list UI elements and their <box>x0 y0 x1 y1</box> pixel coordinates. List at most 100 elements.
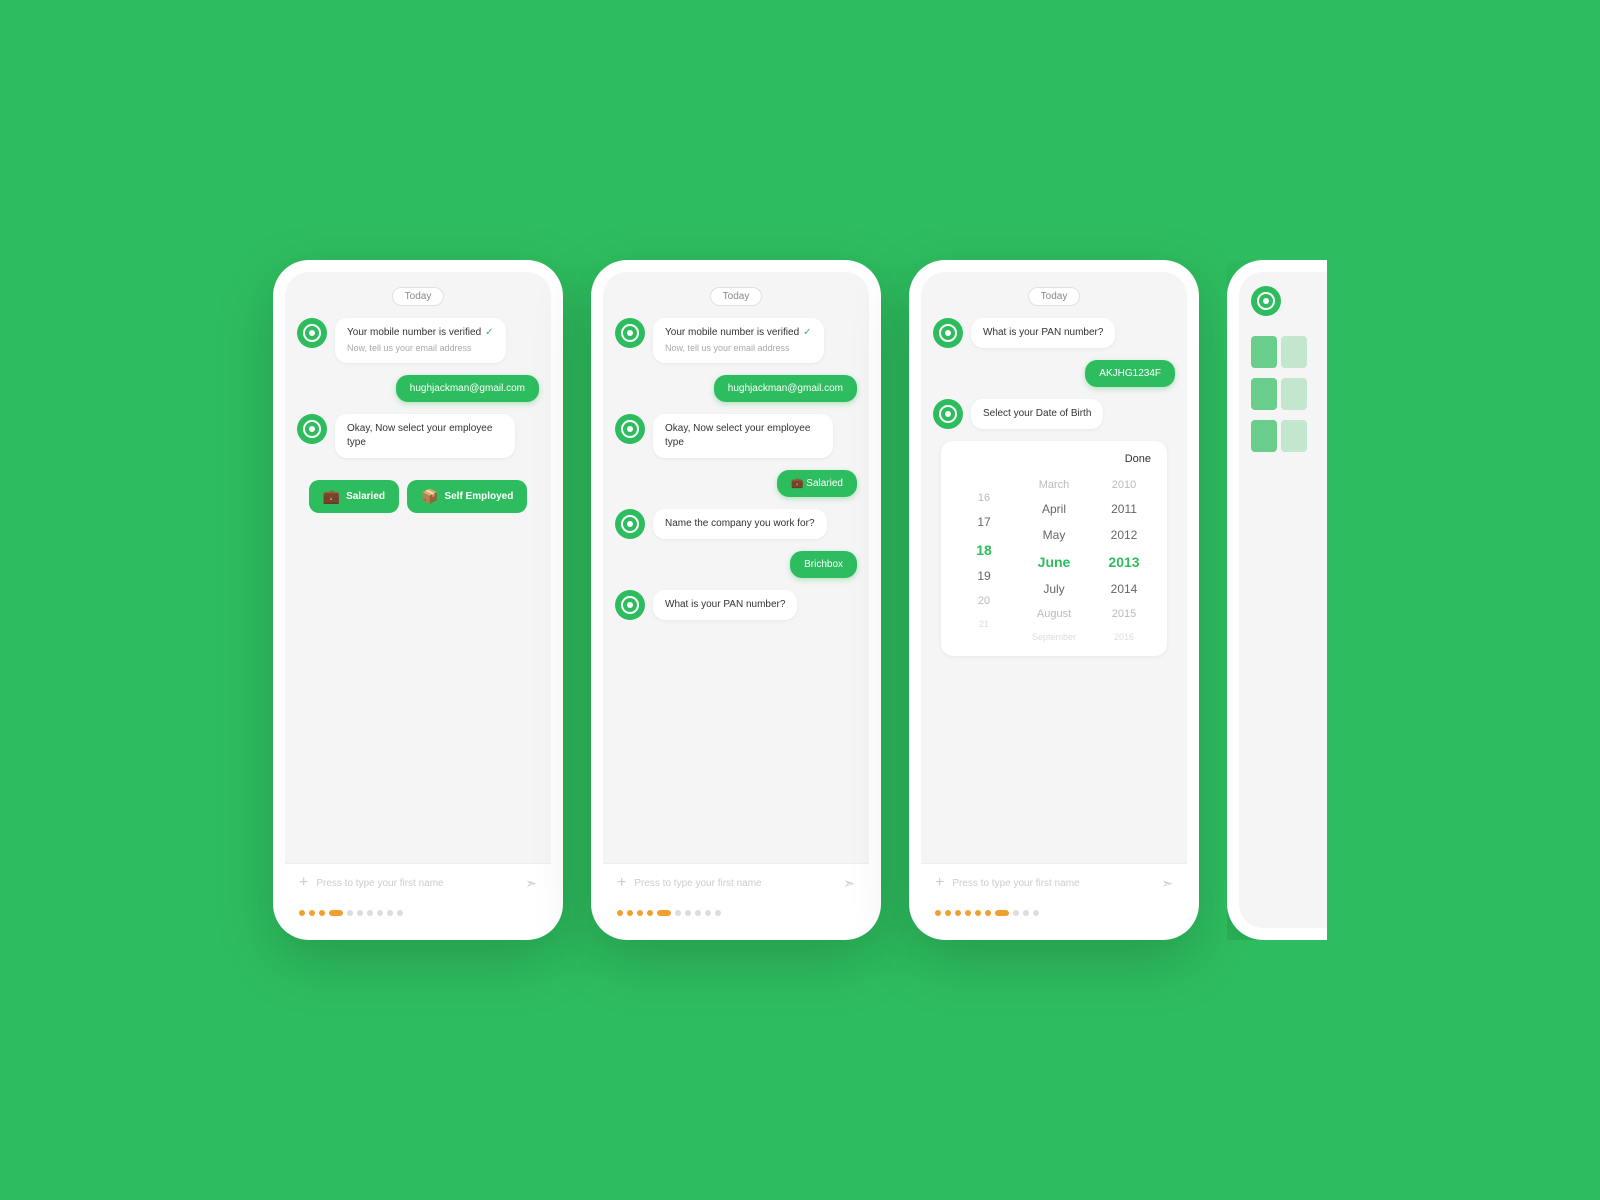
dot <box>357 910 363 916</box>
month-item[interactable]: August <box>1019 602 1089 626</box>
day-item[interactable]: 19 <box>949 564 1019 590</box>
progress-area-3 <box>921 902 1187 928</box>
year-item-selected[interactable]: 2013 <box>1089 548 1159 576</box>
day-item-selected[interactable]: 18 <box>949 536 1019 564</box>
bubble-p2-1: Your mobile number is verified ✓ Now, te… <box>653 318 824 363</box>
today-badge-2: Today <box>615 286 857 304</box>
today-badge-1: Today <box>297 286 539 304</box>
dot <box>985 910 991 916</box>
bot-avatar-p2-3 <box>615 509 645 539</box>
date-picker[interactable]: Done 16 17 18 19 20 21 <box>941 441 1167 656</box>
dot <box>617 910 623 916</box>
dot <box>377 910 383 916</box>
verified-check-icon-2: ✓ <box>803 326 811 340</box>
dot <box>935 910 941 916</box>
dot <box>965 910 971 916</box>
bot-avatar-p3-2 <box>933 399 963 429</box>
bot-avatar-p2-1 <box>615 318 645 348</box>
phones-container: Today Your mobile number is verified ✓ <box>233 200 1367 1000</box>
month-item[interactable]: April <box>1019 497 1089 523</box>
dot-active <box>995 910 1009 916</box>
self-employed-button[interactable]: 📦 Self Employed <box>407 480 527 513</box>
dot <box>1013 910 1019 916</box>
letter-block <box>1281 420 1307 452</box>
today-badge-3: Today <box>933 286 1175 304</box>
bubble-p2-3: Name the company you work for? <box>653 509 827 539</box>
phone-1: Today Your mobile number is verified ✓ <box>273 260 563 940</box>
input-bar-2: + Press to type your first name ➣ <box>603 863 869 902</box>
picker-columns: 16 17 18 19 20 21 March April <box>941 473 1167 648</box>
day-item[interactable]: 20 <box>949 589 1019 613</box>
plus-icon-2: + <box>617 874 626 892</box>
chat-area-2: Today Your mobile number is verified ✓ N… <box>603 272 869 863</box>
day-column[interactable]: 16 17 18 19 20 21 <box>949 486 1019 636</box>
year-item[interactable]: 2014 <box>1089 577 1159 603</box>
send-icon-2[interactable]: ➣ <box>843 875 855 892</box>
bot-msg-p2-3: Name the company you work for? <box>615 509 857 539</box>
bot-avatar-p2-2 <box>615 414 645 444</box>
big-letters-display <box>1251 336 1315 452</box>
year-item[interactable]: 2016 <box>1089 627 1159 649</box>
bot-avatar <box>297 318 327 348</box>
dot <box>387 910 393 916</box>
message-bubble: Your mobile number is verified ✓ Now, te… <box>335 318 506 363</box>
chat-area-1: Today Your mobile number is verified ✓ <box>285 272 551 863</box>
day-item[interactable]: 17 <box>949 510 1019 536</box>
salaried-icon: 💼 <box>323 488 340 505</box>
bubble-p2-2: Okay, Now select your employee type <box>653 414 833 458</box>
bubble-p3-1: What is your PAN number? <box>971 318 1115 348</box>
bubble-p2-4: What is your PAN number? <box>653 590 797 620</box>
month-item-selected[interactable]: June <box>1019 548 1089 576</box>
dot <box>309 910 315 916</box>
dot <box>955 910 961 916</box>
dot <box>647 910 653 916</box>
salaried-icon-selected: 💼 <box>791 478 806 489</box>
progress-area-1 <box>285 902 551 928</box>
dot <box>347 910 353 916</box>
year-item[interactable]: 2012 <box>1089 523 1159 549</box>
dot <box>675 910 681 916</box>
dot <box>685 910 691 916</box>
letter-block <box>1281 378 1307 410</box>
year-item[interactable]: 2015 <box>1089 602 1159 626</box>
month-item[interactable]: March <box>1019 473 1089 497</box>
progress-area-2 <box>603 902 869 928</box>
year-item[interactable]: 2010 <box>1089 473 1159 497</box>
user-pan: AKJHG1234F <box>933 360 1175 387</box>
month-item[interactable]: May <box>1019 523 1089 549</box>
dot <box>695 910 701 916</box>
progress-dots-3 <box>935 910 1173 916</box>
self-employed-icon: 📦 <box>421 488 438 505</box>
user-email-1: hughjackman@gmail.com <box>297 375 539 402</box>
bot-msg-p3-1: What is your PAN number? <box>933 318 1175 348</box>
done-button[interactable]: Done <box>941 449 1167 473</box>
dot <box>1033 910 1039 916</box>
progress-dots-1 <box>299 910 537 916</box>
day-item[interactable]: 16 <box>949 486 1019 510</box>
letter-block <box>1251 420 1277 452</box>
year-item[interactable]: 2011 <box>1089 497 1159 523</box>
input-bar-3: + Press to type your first name ➣ <box>921 863 1187 902</box>
bot-avatar-p3-1 <box>933 318 963 348</box>
salaried-button[interactable]: 💼 Salaried <box>309 480 399 513</box>
phone-4-partial <box>1227 260 1327 940</box>
dot <box>705 910 711 916</box>
dot <box>319 910 325 916</box>
bot-avatar-2 <box>297 414 327 444</box>
bot-message-2: Okay, Now select your employee type <box>297 414 539 458</box>
month-column[interactable]: March April May June July August Septemb… <box>1019 473 1089 648</box>
month-item[interactable]: September <box>1019 627 1089 649</box>
input-bar-1: + Press to type your first name ➣ <box>285 863 551 902</box>
dot <box>299 910 305 916</box>
dot <box>397 910 403 916</box>
employee-buttons-1: 💼 Salaried 📦 Self Employed <box>297 470 539 519</box>
bubble-p3-2: Select your Date of Birth <box>971 399 1103 429</box>
user-salaried: 💼 Salaried <box>615 470 857 497</box>
day-item[interactable]: 21 <box>949 614 1019 636</box>
send-icon-3[interactable]: ➣ <box>1161 875 1173 892</box>
month-item[interactable]: July <box>1019 577 1089 603</box>
letter-block <box>1251 336 1277 368</box>
letter-block <box>1281 336 1307 368</box>
year-column[interactable]: 2010 2011 2012 2013 2014 2015 2016 <box>1089 473 1159 648</box>
send-icon-1[interactable]: ➣ <box>525 875 537 892</box>
